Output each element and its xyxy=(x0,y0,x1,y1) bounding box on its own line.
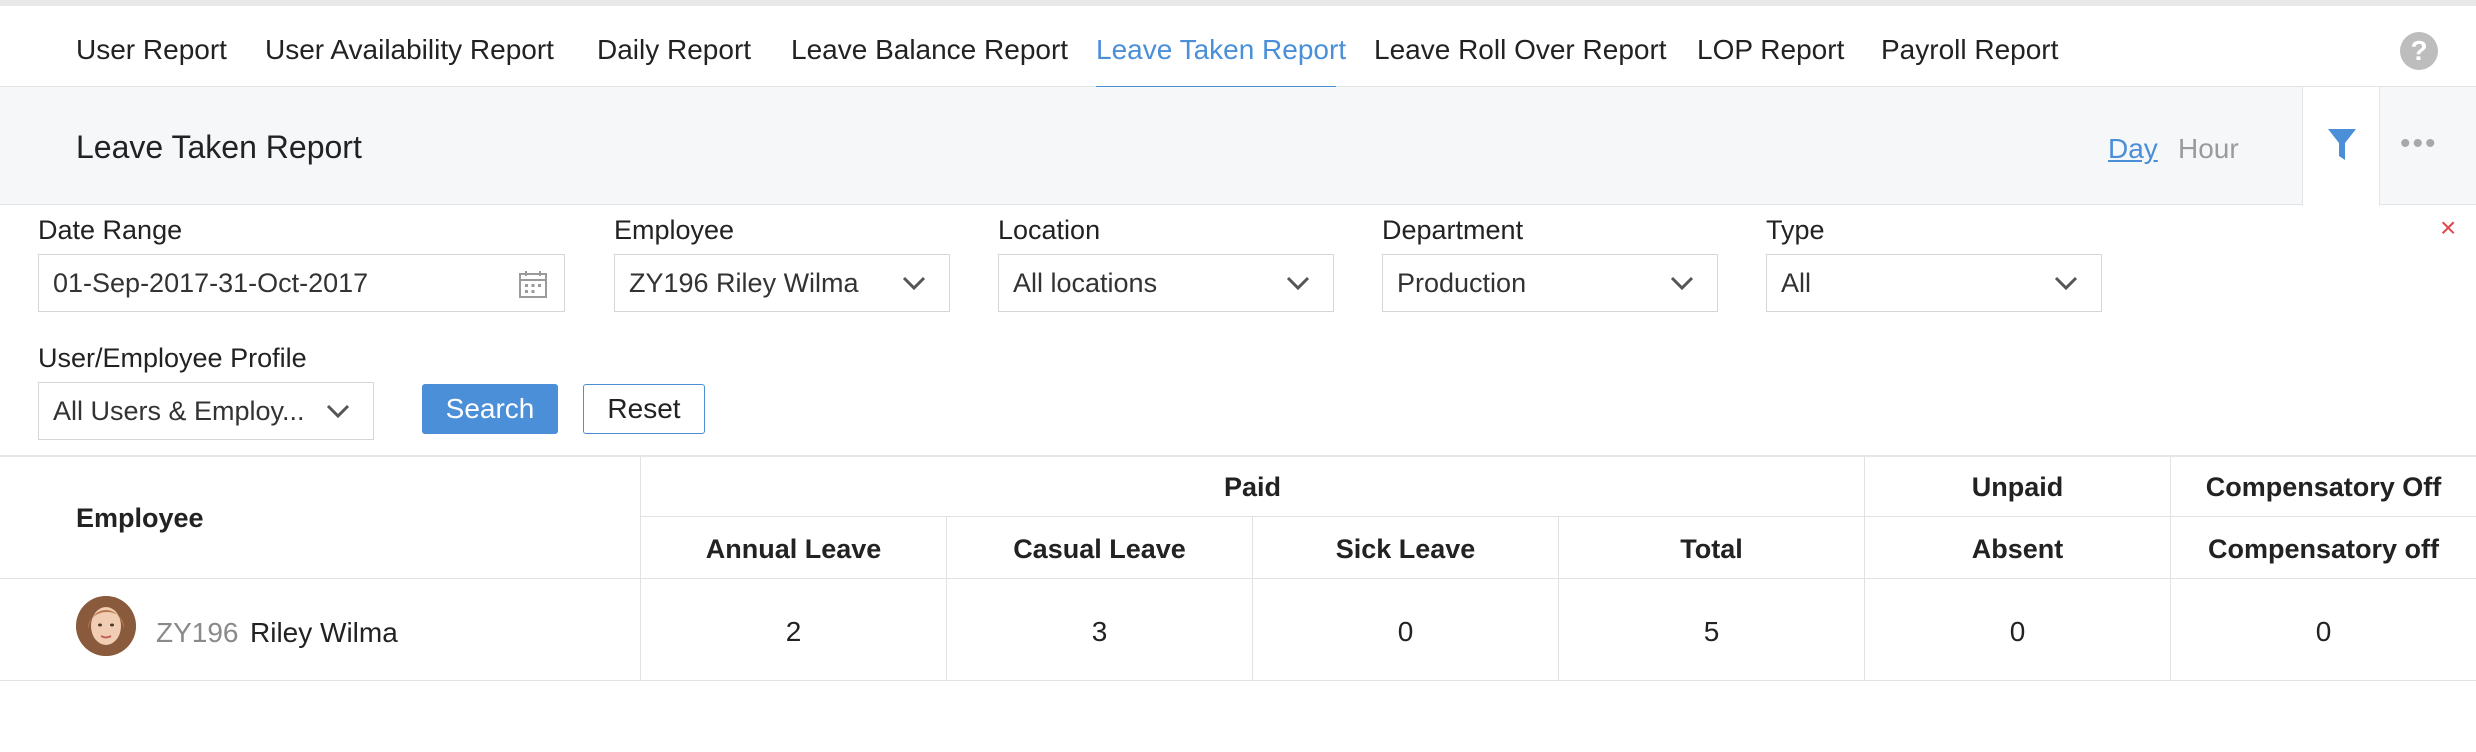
chevron-down-icon xyxy=(1670,276,1694,291)
compensatory-off-value: 0 xyxy=(2315,616,2332,647)
more-options-icon[interactable]: ••• xyxy=(2400,127,2438,161)
row-bottom-border xyxy=(0,680,2476,681)
date-range-input[interactable]: 01-Sep-2017-31-Oct-2017 xyxy=(38,254,565,312)
filter-button[interactable] xyxy=(2302,87,2380,206)
type-label: Type xyxy=(1766,215,1825,245)
location-select-value: All locations xyxy=(1013,268,1158,298)
department-select[interactable]: Production xyxy=(1382,254,1718,312)
profile-select[interactable]: All Users & Employ... xyxy=(38,382,374,440)
annual-leave-value: 2 xyxy=(785,616,802,647)
compensatory-off-column-header: Compensatory off xyxy=(2207,534,2440,564)
header-bottom-border xyxy=(0,578,2476,579)
paid-group-header: Paid xyxy=(1223,472,1282,502)
unit-day-toggle[interactable]: Day xyxy=(2108,133,2158,165)
help-icon[interactable]: ? xyxy=(2400,32,2438,70)
employee-code: ZY196 xyxy=(156,617,239,648)
table-top-border xyxy=(0,455,2476,457)
total-column-header: Total xyxy=(1680,534,1743,564)
department-select-value: Production xyxy=(1397,268,1527,298)
employee-label: Employee xyxy=(614,215,735,245)
date-range-label: Date Range xyxy=(38,215,183,245)
avatar xyxy=(76,596,136,656)
unit-hour-toggle[interactable]: Hour xyxy=(2178,133,2239,165)
filter-icon xyxy=(2328,129,2356,160)
absent-value: 0 xyxy=(2009,616,2026,647)
employee-select-value: ZY196 Riley Wilma xyxy=(629,268,859,298)
department-label: Department xyxy=(1382,215,1524,245)
reset-button[interactable]: Reset xyxy=(583,384,705,434)
type-select-value: All xyxy=(1781,268,1812,298)
type-select[interactable]: All xyxy=(1766,254,2102,312)
total-value: 5 xyxy=(1703,616,1720,647)
chevron-down-icon xyxy=(1286,276,1310,291)
tab-user-availability-report[interactable]: User Availability Report xyxy=(265,34,554,66)
calendar-icon[interactable] xyxy=(518,269,548,299)
tab-payroll-report[interactable]: Payroll Report xyxy=(1881,34,2058,66)
date-range-value: 01-Sep-2017-31-Oct-2017 xyxy=(53,268,369,298)
title-bar: Leave Taken Report Day Hour ••• xyxy=(0,87,2476,206)
tab-user-report[interactable]: User Report xyxy=(76,34,227,66)
close-filter-icon[interactable]: × xyxy=(2440,212,2456,244)
annual-leave-column-header: Annual Leave xyxy=(705,534,882,564)
location-label: Location xyxy=(998,215,1101,245)
employee-name[interactable]: Riley Wilma xyxy=(250,617,398,649)
casual-leave-column-header: Casual Leave xyxy=(1013,534,1186,564)
report-tabs: User Report User Availability Report Dai… xyxy=(0,0,2476,90)
employee-select[interactable]: ZY196 Riley Wilma xyxy=(614,254,950,312)
employee-column-header: Employee xyxy=(76,503,204,533)
casual-leave-value: 3 xyxy=(1091,616,1108,647)
absent-column-header: Absent xyxy=(1971,534,2064,564)
tab-lop-report[interactable]: LOP Report xyxy=(1697,34,1844,66)
compensatory-off-group-header: Compensatory Off xyxy=(2205,472,2442,502)
unpaid-group-header: Unpaid xyxy=(1971,472,2064,502)
page-title: Leave Taken Report xyxy=(76,129,362,165)
chevron-down-icon xyxy=(326,404,350,419)
tab-leave-balance-report[interactable]: Leave Balance Report xyxy=(791,34,1068,66)
tab-leave-roll-over-report[interactable]: Leave Roll Over Report xyxy=(1374,34,1667,66)
search-button[interactable]: Search xyxy=(422,384,558,434)
sick-leave-column-header: Sick Leave xyxy=(1335,534,1476,564)
tab-daily-report[interactable]: Daily Report xyxy=(597,34,751,66)
chevron-down-icon xyxy=(902,276,926,291)
profile-select-value: All Users & Employ... xyxy=(53,396,305,426)
tab-leave-taken-report[interactable]: Leave Taken Report xyxy=(1096,34,1346,66)
chevron-down-icon xyxy=(2054,276,2078,291)
profile-label: User/Employee Profile xyxy=(38,343,307,373)
location-select[interactable]: All locations xyxy=(998,254,1334,312)
sick-leave-value: 0 xyxy=(1397,616,1414,647)
